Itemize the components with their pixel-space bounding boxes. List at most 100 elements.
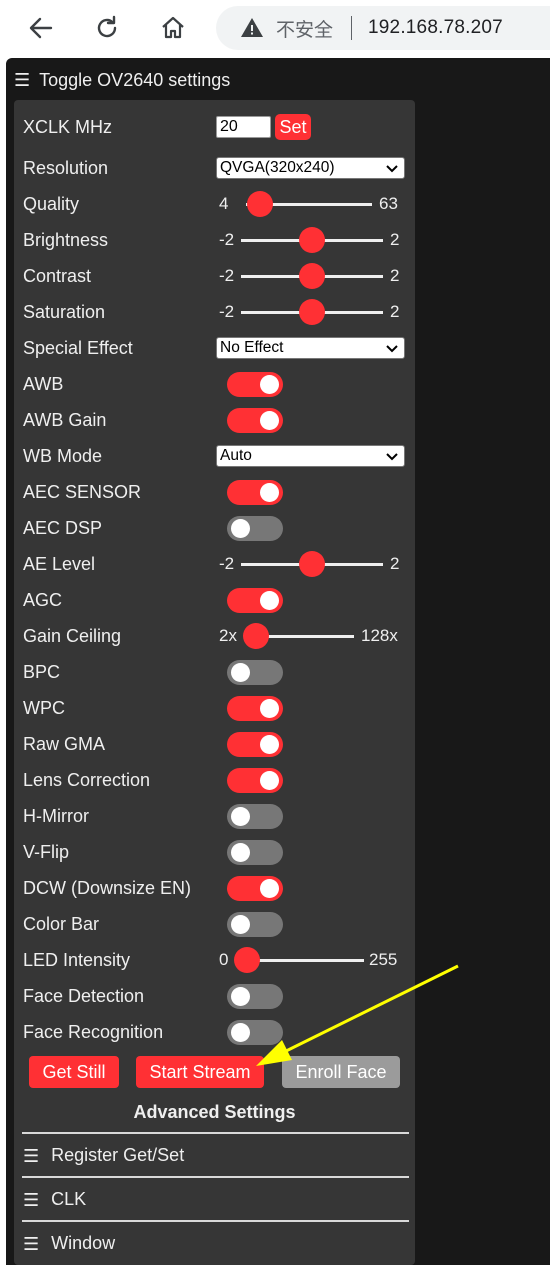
hamburger-icon: ☰ xyxy=(14,70,31,90)
section-register-get-set[interactable]: ☰ Register Get/Set xyxy=(23,1145,184,1166)
brightness-row: Brightness -2 2 xyxy=(14,225,415,255)
url-text: 192.168.78.207 xyxy=(368,17,503,38)
saturation-label: Saturation xyxy=(23,301,106,322)
back-button[interactable] xyxy=(21,8,61,48)
wpc-toggle[interactable] xyxy=(227,695,283,721)
ae-level-max: 2 xyxy=(390,554,400,573)
ae-level-row: AE Level -2 2 xyxy=(14,549,415,579)
face-recognition-label: Face Recognition xyxy=(23,1021,164,1042)
hmirror-toggle[interactable] xyxy=(227,803,283,829)
resolution-select[interactable]: QVGA(320x240) xyxy=(216,157,405,179)
toggle-knob xyxy=(260,734,279,754)
toggle-settings-label: Toggle OV2640 settings xyxy=(39,69,231,90)
colorbar-toggle[interactable] xyxy=(227,911,283,937)
toggle-settings-header[interactable]: ☰ Toggle OV2640 settings xyxy=(14,68,230,92)
quality-slider-thumb[interactable] xyxy=(247,191,273,217)
toggle-knob xyxy=(231,1022,250,1042)
brightness-min: -2 xyxy=(219,230,235,249)
chevron-down-icon xyxy=(386,345,398,353)
special-effect-row: Special Effect No Effect xyxy=(14,333,415,363)
awb-gain-label: AWB Gain xyxy=(23,409,107,430)
xclk-row: XCLK MHz Set xyxy=(14,112,415,142)
raw-gma-toggle[interactable] xyxy=(227,731,283,757)
resolution-label: Resolution xyxy=(23,157,109,178)
home-icon xyxy=(162,16,184,39)
awb-label: AWB xyxy=(23,373,64,394)
special-effect-select[interactable]: No Effect xyxy=(216,337,405,359)
gain-ceiling-row: Gain Ceiling 2x 128x xyxy=(14,621,415,651)
quality-label: Quality xyxy=(23,193,80,214)
aec-sensor-row: AEC SENSOR xyxy=(14,477,415,507)
saturation-min: -2 xyxy=(219,302,235,321)
gain-ceiling-slider-thumb[interactable] xyxy=(243,623,269,649)
special-effect-selected-value: No Effect xyxy=(220,339,284,356)
aec-dsp-row: AEC DSP xyxy=(14,513,415,543)
xclk-set-button[interactable]: Set xyxy=(275,114,311,140)
brightness-slider-thumb[interactable] xyxy=(299,227,325,253)
toggle-knob xyxy=(260,770,279,790)
contrast-slider-thumb[interactable] xyxy=(299,263,325,289)
reload-button[interactable] xyxy=(87,8,127,48)
section-window[interactable]: ☰ Window xyxy=(23,1233,115,1254)
section-label: Window xyxy=(51,1233,116,1253)
toggle-knob xyxy=(231,662,250,682)
led-intensity-slider-thumb[interactable] xyxy=(234,947,260,973)
brightness-max: 2 xyxy=(390,230,400,249)
awb-row: AWB xyxy=(14,369,415,399)
wb-mode-label: WB Mode xyxy=(23,445,103,466)
xclk-label: XCLK MHz xyxy=(23,116,113,137)
aec-dsp-toggle[interactable] xyxy=(227,515,283,541)
saturation-slider-thumb[interactable] xyxy=(299,299,325,325)
address-bar[interactable]: 不安全 192.168.78.207 xyxy=(216,6,550,50)
toggle-knob xyxy=(260,698,279,718)
ae-level-slider-thumb[interactable] xyxy=(299,551,325,577)
section-clk[interactable]: ☰ CLK xyxy=(23,1189,86,1210)
reload-icon xyxy=(97,15,117,38)
toggle-knob xyxy=(231,914,250,934)
vflip-toggle[interactable] xyxy=(227,839,283,865)
wpc-label: WPC xyxy=(23,697,65,718)
quality-max: 63 xyxy=(379,194,398,213)
dcw-toggle[interactable] xyxy=(227,875,283,901)
agc-toggle[interactable] xyxy=(227,587,283,613)
wb-mode-select[interactable]: Auto xyxy=(216,445,405,467)
vflip-row: V-Flip xyxy=(14,837,415,867)
face-detection-toggle[interactable] xyxy=(227,983,283,1009)
face-detection-label: Face Detection xyxy=(23,985,145,1006)
aec-sensor-toggle[interactable] xyxy=(227,479,283,505)
settings-panel: XCLK MHz Set Resolution QVGA(320x240) Qu… xyxy=(14,100,415,1265)
gain-ceiling-track[interactable] xyxy=(256,635,354,638)
quality-min: 4 xyxy=(219,194,229,213)
xclk-input[interactable] xyxy=(216,116,271,138)
contrast-max: 2 xyxy=(390,266,400,285)
home-button[interactable] xyxy=(153,8,193,48)
advanced-settings-title: Advanced Settings xyxy=(133,1102,296,1122)
contrast-min: -2 xyxy=(219,266,235,285)
hamburger-icon: ☰ xyxy=(23,1189,40,1210)
toggle-knob xyxy=(231,842,250,862)
lens-correction-label: Lens Correction xyxy=(23,769,151,790)
saturation-row: Saturation -2 2 xyxy=(14,297,415,327)
saturation-max: 2 xyxy=(390,302,400,321)
bpc-toggle[interactable] xyxy=(227,659,283,685)
get-still-button[interactable]: Get Still xyxy=(29,1056,119,1088)
led-intensity-track[interactable] xyxy=(246,959,364,962)
aec-sensor-label: AEC SENSOR xyxy=(23,481,142,502)
vflip-label: V-Flip xyxy=(23,841,70,862)
toggle-knob xyxy=(231,806,250,826)
face-recognition-toggle[interactable] xyxy=(227,1019,283,1045)
lens-correction-toggle[interactable] xyxy=(227,767,283,793)
ae-level-min: -2 xyxy=(219,554,235,573)
enroll-face-button[interactable]: Enroll Face xyxy=(282,1056,400,1088)
chevron-down-icon xyxy=(386,165,398,173)
section-label: Register Get/Set xyxy=(51,1145,185,1165)
arrow-left-icon xyxy=(29,17,53,39)
divider xyxy=(22,1220,409,1222)
awb-toggle[interactable] xyxy=(227,371,283,397)
ae-level-label: AE Level xyxy=(23,553,96,574)
start-stream-button[interactable]: Start Stream xyxy=(136,1056,264,1088)
hmirror-row: H-Mirror xyxy=(14,801,415,831)
divider xyxy=(22,1132,409,1134)
awb-gain-toggle[interactable] xyxy=(227,407,283,433)
address-separator xyxy=(351,16,353,40)
